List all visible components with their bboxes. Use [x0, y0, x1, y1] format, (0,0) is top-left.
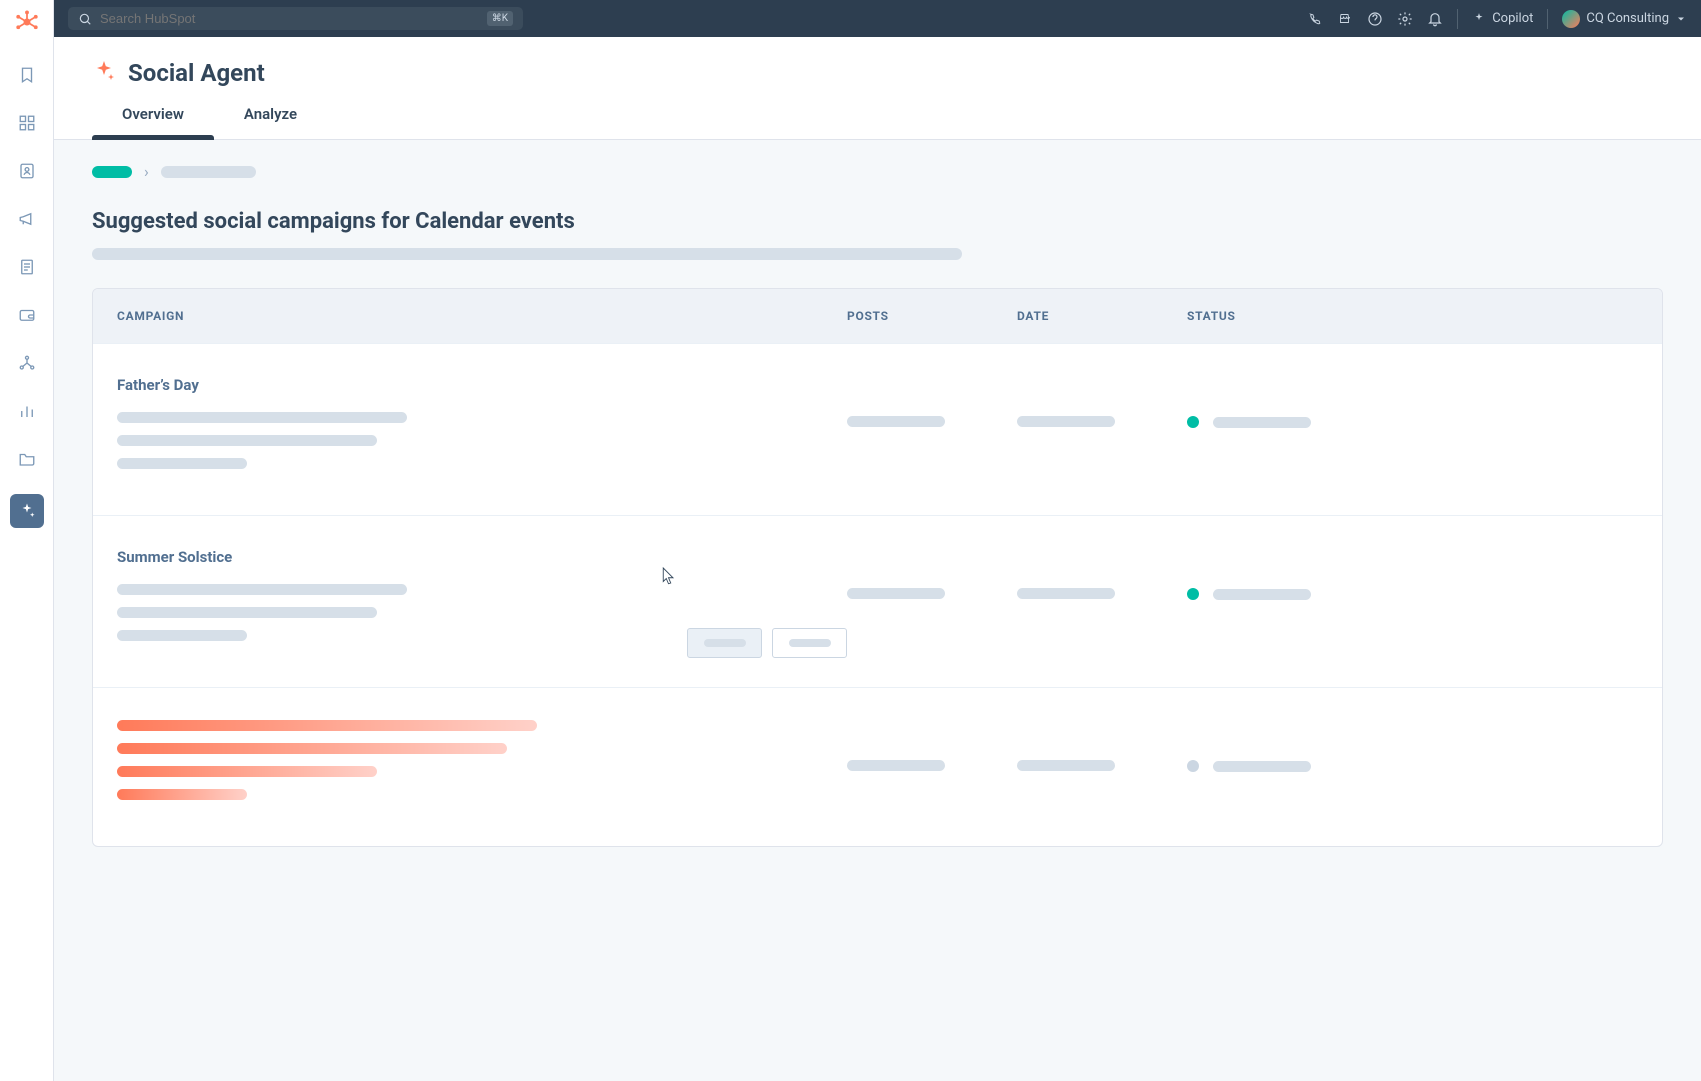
page-header: Social Agent Overview Analyze	[54, 37, 1701, 140]
row-action-primary[interactable]	[687, 628, 762, 658]
campaign-title: Summer Solstice	[117, 548, 847, 566]
date-skeleton	[1017, 588, 1115, 599]
topbar-divider	[1457, 9, 1458, 29]
account-switcher[interactable]: CQ Consulting	[1562, 10, 1687, 28]
copilot-label: Copilot	[1492, 11, 1533, 26]
chevron-down-icon	[1675, 13, 1687, 25]
campaign-table: CAMPAIGN POSTS DATE STATUS Father’s Day	[92, 288, 1663, 847]
campaign-desc-skeleton	[117, 720, 847, 800]
status-skeleton	[1213, 417, 1311, 428]
table-header: CAMPAIGN POSTS DATE STATUS	[93, 289, 1662, 343]
brand-logo[interactable]	[13, 8, 41, 40]
search-icon	[78, 12, 92, 26]
topbar: ⌘K Copilot CQ Consulting	[54, 0, 1701, 37]
search-input[interactable]	[100, 11, 479, 26]
posts-skeleton	[847, 588, 945, 599]
bell-icon[interactable]	[1427, 11, 1443, 27]
content-area: › Suggested social campaigns for Calenda…	[54, 140, 1701, 869]
page-title: Social Agent	[128, 59, 265, 87]
document-icon[interactable]	[14, 254, 40, 280]
grid-icon[interactable]	[14, 110, 40, 136]
megaphone-icon[interactable]	[14, 206, 40, 232]
status-cell	[1187, 588, 1311, 600]
table-row[interactable]: Father’s Day	[93, 343, 1662, 515]
date-skeleton	[1017, 760, 1115, 771]
th-posts: POSTS	[847, 309, 1017, 323]
contacts-icon[interactable]	[14, 158, 40, 184]
table-row[interactable]: Summer Solstice	[93, 515, 1662, 687]
left-nav-rail	[0, 0, 54, 1081]
th-campaign: CAMPAIGN	[117, 309, 847, 323]
settings-icon[interactable]	[1397, 11, 1413, 27]
date-skeleton	[1017, 416, 1115, 427]
folder-icon[interactable]	[14, 446, 40, 472]
status-dot	[1187, 416, 1199, 428]
tab-overview[interactable]: Overview	[122, 105, 184, 139]
table-row[interactable]	[93, 687, 1662, 846]
topbar-divider-2	[1547, 9, 1548, 29]
th-date: DATE	[1017, 309, 1187, 323]
breadcrumb: ›	[92, 162, 1663, 181]
wallet-icon[interactable]	[14, 302, 40, 328]
status-cell	[1187, 416, 1311, 428]
global-search[interactable]: ⌘K	[68, 7, 523, 30]
status-dot	[1187, 588, 1199, 600]
breadcrumb-current	[161, 166, 256, 178]
chart-icon[interactable]	[14, 398, 40, 424]
search-kbd: ⌘K	[487, 11, 513, 26]
row-actions	[687, 628, 847, 658]
status-cell	[1187, 760, 1311, 772]
section-subtitle-skeleton	[92, 248, 962, 260]
bookmark-icon[interactable]	[14, 62, 40, 88]
posts-skeleton	[847, 760, 945, 771]
store-icon[interactable]	[1337, 11, 1353, 27]
avatar	[1562, 10, 1580, 28]
org-icon[interactable]	[14, 350, 40, 376]
status-skeleton	[1213, 761, 1311, 772]
tabs: Overview Analyze	[92, 105, 1663, 139]
account-name: CQ Consulting	[1586, 11, 1669, 26]
row-action-secondary[interactable]	[772, 628, 847, 658]
section-heading: Suggested social campaigns for Calendar …	[92, 209, 1663, 234]
status-dot	[1187, 760, 1199, 772]
campaign-title: Father’s Day	[117, 376, 847, 394]
copilot-button[interactable]: Copilot	[1472, 11, 1533, 26]
help-icon[interactable]	[1367, 11, 1383, 27]
chevron-right-icon: ›	[144, 162, 149, 181]
campaign-desc-skeleton	[117, 412, 847, 469]
posts-skeleton	[847, 416, 945, 427]
breadcrumb-root[interactable]	[92, 166, 132, 178]
th-status: STATUS	[1187, 309, 1638, 323]
page-sparkle-icon	[92, 59, 116, 87]
tab-analyze[interactable]: Analyze	[244, 105, 297, 139]
sparkle-icon[interactable]	[10, 494, 44, 528]
status-skeleton	[1213, 589, 1311, 600]
phone-icon[interactable]	[1307, 11, 1323, 27]
